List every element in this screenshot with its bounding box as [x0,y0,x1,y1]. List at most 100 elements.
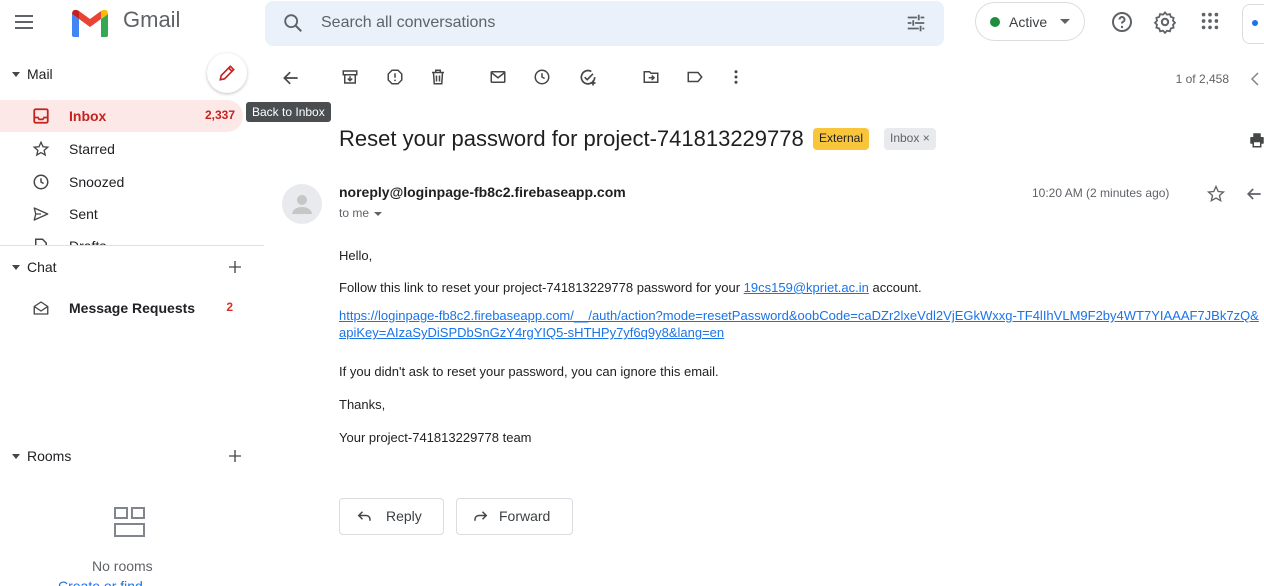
rooms-empty-text: No rooms [92,558,153,574]
chevron-down-icon [374,211,383,216]
account-dot [1252,20,1258,26]
email-thanks: Thanks, [339,397,386,412]
send-icon [33,207,49,221]
chat-section-label: Chat [27,259,57,275]
sidebar-item-snoozed[interactable]: Snoozed [0,166,243,198]
search-icon[interactable] [282,12,304,34]
status-label: Active [1009,14,1048,30]
email-body-line: Follow this link to reset your project-7… [339,279,1264,296]
account-button[interactable] [1242,4,1264,44]
avatar[interactable] [282,184,322,224]
chat-section-header[interactable]: Chat [12,259,57,275]
back-icon [283,71,298,85]
sidebar-item-message-requests[interactable]: Message Requests 2 [0,292,243,324]
collapse-icon [12,453,20,459]
print-icon [1250,133,1264,148]
move-to-button[interactable] [642,68,662,88]
pagination-count: 1 of 2,458 [1175,72,1229,86]
sidebar-item-label: Message Requests [69,300,196,316]
main-menu-button[interactable] [12,10,36,34]
divider [0,245,264,246]
status-selector[interactable]: Active [975,2,1085,41]
unread-count: 2,337 [204,108,235,122]
settings-icon [1153,11,1177,34]
sidebar-item-label: Starred [69,141,115,157]
reset-password-link[interactable]: https://loginpage-fb8c2.firebaseapp.com/… [339,307,1264,341]
star-icon [32,140,50,157]
create-room-link[interactable]: Create or find [58,578,143,586]
person-icon [292,195,312,214]
forward-label: Forward [499,508,551,524]
sidebar-item-sent[interactable]: Sent [0,198,243,230]
collapse-icon [12,264,20,270]
email-subject: Reset your password for project-74181322… [339,126,804,151]
snooze-button[interactable] [533,68,553,88]
archive-button[interactable] [341,68,361,88]
sidebar-item-label: Snoozed [69,174,125,190]
app-name: Gmail [123,7,181,32]
apps-icon [1201,12,1219,30]
email-body-line: If you didn't ask to reset your password… [339,364,719,379]
report-spam-icon [387,69,403,85]
email-signoff: Your project-741813229778 team [339,430,532,445]
recipient-details[interactable]: to me [339,206,383,220]
new-chat-button[interactable] [226,258,244,276]
forward-icon [474,511,488,521]
mail-section-label: Mail [27,66,53,82]
delete-icon [432,69,444,85]
star-button[interactable] [1206,184,1226,204]
sender-email[interactable]: noreply@loginpage-fb8c2.firebaseapp.com [339,184,626,200]
reply-button[interactable] [1244,184,1264,204]
reply-button-bottom[interactable]: Reply [339,498,444,535]
older-button[interactable] [1248,70,1262,88]
sidebar-item-starred[interactable]: Starred [0,133,243,165]
sidebar-item-drafts[interactable]: Drafts [0,230,243,246]
search-options-icon[interactable] [905,12,927,34]
sidebar-item-inbox[interactable]: Inbox 2,337 [0,100,243,132]
reply-icon [357,511,371,521]
unread-count: 2 [226,300,233,314]
settings-button[interactable] [1153,10,1177,34]
rooms-section-header[interactable]: Rooms [12,448,71,464]
help-button[interactable] [1110,10,1134,34]
recipient-email-link[interactable]: 19cs159@kpriet.ac.in [744,280,869,295]
label-chip-inbox[interactable]: Inbox × [884,128,936,150]
plus-icon [229,450,241,462]
chevron-left-icon [1250,72,1259,86]
plus-icon [229,261,241,273]
star-icon [1206,184,1226,202]
new-room-button[interactable] [226,447,244,465]
delete-button[interactable] [429,68,449,88]
reply-label: Reply [386,508,422,524]
search-input[interactable] [321,11,881,35]
more-button[interactable] [727,68,747,88]
body-text: account. [868,280,922,295]
rooms-empty-icon [112,505,148,541]
gmail-logo[interactable] [70,6,110,38]
back-button[interactable] [281,68,301,88]
search-bar[interactable] [265,1,944,46]
apps-button[interactable] [1199,10,1221,32]
reply-icon [1246,188,1261,200]
rooms-section-label: Rooms [27,448,72,464]
recipient-label: to me [339,206,370,220]
add-task-icon [580,69,596,86]
pencil-icon [219,65,235,81]
report-spam-button[interactable] [386,68,406,88]
email-greeting: Hello, [339,248,373,263]
compose-button[interactable] [207,53,247,93]
collapse-icon [12,71,20,77]
mark-unread-button[interactable] [489,68,509,88]
forward-button[interactable]: Forward [456,498,573,535]
status-dot [990,17,1000,27]
label-icon [687,71,703,83]
chevron-down-icon [1060,19,1070,24]
print-button[interactable] [1248,130,1264,150]
hamburger-icon [15,15,33,29]
label-button[interactable] [686,68,706,88]
message-requests-icon [33,301,49,315]
mail-section-header[interactable]: Mail [12,66,53,82]
tooltip: Back to Inbox [246,102,331,122]
add-task-button[interactable] [578,68,598,88]
mark-unread-icon [490,71,506,83]
